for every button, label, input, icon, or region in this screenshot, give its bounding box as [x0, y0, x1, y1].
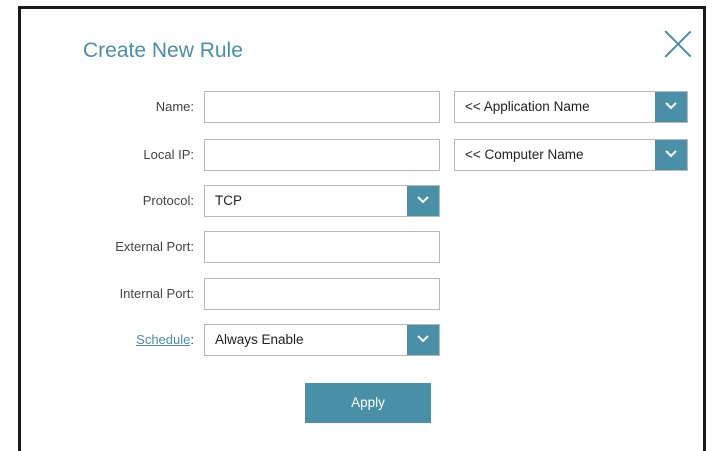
computer-name-select[interactable]: << Computer Name — [454, 139, 688, 171]
schedule-select[interactable]: Always Enable — [204, 324, 440, 356]
internal-port-label: Internal Port: — [119, 286, 194, 301]
create-rule-dialog: Create New Rule Name: << Application Nam… — [18, 6, 706, 451]
schedule-select-text: Always Enable — [215, 332, 304, 347]
protocol-label: Protocol: — [142, 193, 194, 208]
schedule-link[interactable]: Schedule — [136, 332, 190, 347]
internal-port-field[interactable] — [204, 278, 440, 310]
chevron-down-icon[interactable] — [655, 92, 687, 122]
external-port-field[interactable] — [204, 231, 440, 263]
dialog-title: Create New Rule — [83, 39, 243, 62]
application-name-select[interactable]: << Application Name — [454, 91, 688, 123]
name-field[interactable] — [204, 91, 440, 123]
protocol-select[interactable]: TCP — [204, 185, 440, 217]
protocol-select-text: TCP — [215, 193, 242, 208]
chevron-down-icon[interactable] — [407, 325, 439, 355]
schedule-colon: : — [190, 332, 194, 347]
apply-button[interactable]: Apply — [305, 383, 431, 423]
computer-name-select-text: << Computer Name — [465, 147, 584, 162]
schedule-label: Schedule: — [136, 324, 194, 356]
application-name-select-text: << Application Name — [465, 99, 590, 114]
external-port-label: External Port: — [115, 239, 194, 254]
local-ip-label: Local IP: — [143, 147, 194, 162]
chevron-down-icon[interactable] — [407, 186, 439, 216]
close-icon[interactable] — [663, 29, 693, 59]
name-label: Name: — [155, 99, 194, 114]
chevron-down-icon[interactable] — [655, 140, 687, 170]
local-ip-field[interactable] — [204, 139, 440, 171]
